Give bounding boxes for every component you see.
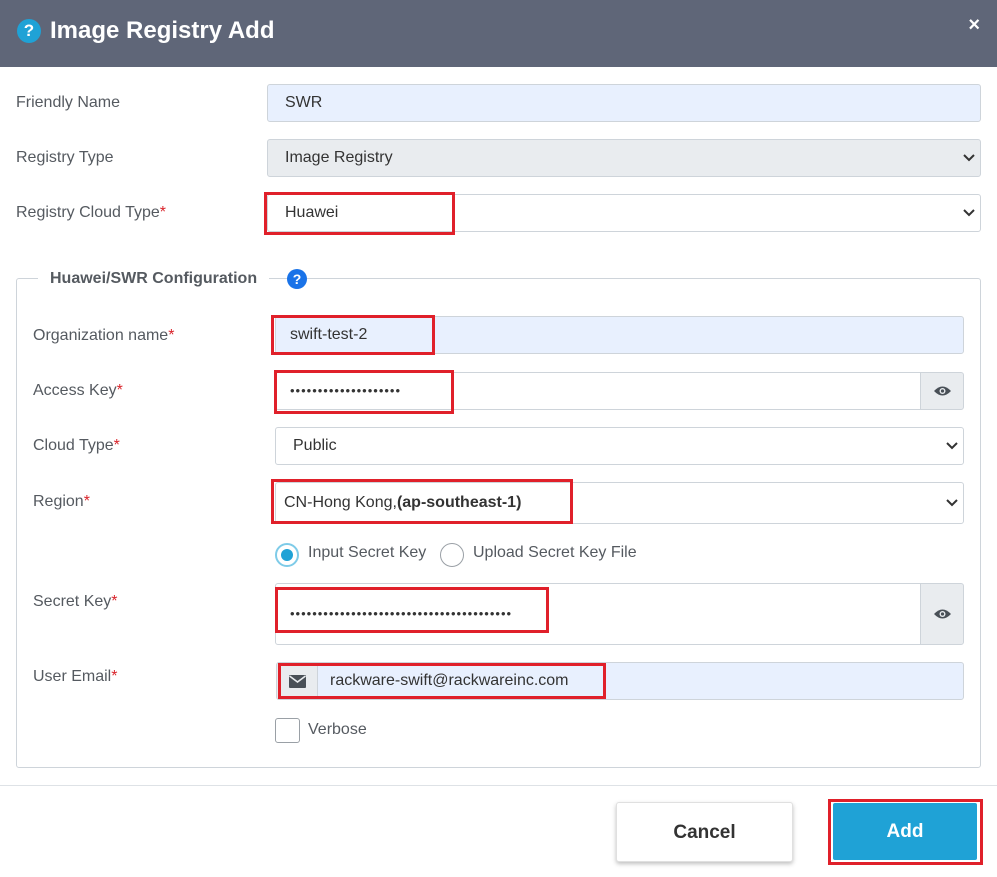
- upload-secret-key-radio[interactable]: [440, 543, 464, 567]
- registry-type-label: Registry Type: [16, 149, 114, 166]
- input-secret-key-label[interactable]: Input Secret Key: [308, 543, 426, 563]
- show-access-key-button[interactable]: [920, 372, 964, 410]
- access-key-input[interactable]: ••••••••••••••••••••: [275, 372, 921, 410]
- upload-secret-key-label[interactable]: Upload Secret Key File: [473, 543, 637, 563]
- region-value: CN-Hong Kong,: [284, 494, 397, 511]
- add-button[interactable]: Add: [833, 803, 977, 860]
- cloud-type-select[interactable]: Public: [275, 427, 964, 465]
- organization-name-input[interactable]: swift-test-2: [275, 316, 964, 354]
- dialog-header: ? Image Registry Add ×: [0, 0, 997, 67]
- verbose-checkbox[interactable]: [275, 718, 300, 743]
- user-email-label: User Email*: [33, 668, 118, 685]
- eye-icon: [934, 609, 951, 619]
- access-key-label: Access Key*: [33, 382, 123, 399]
- user-email-input[interactable]: rackware-swift@rackwareinc.com: [317, 662, 964, 700]
- organization-name-label: Organization name*: [33, 327, 175, 344]
- verbose-label[interactable]: Verbose: [308, 720, 367, 740]
- footer-divider: [0, 785, 997, 786]
- chevron-down-icon: [963, 154, 975, 162]
- region-code: (ap-southeast-1): [396, 494, 522, 511]
- cloud-type-value: Public: [293, 437, 337, 454]
- chevron-down-icon: [946, 499, 958, 507]
- dialog-title: Image Registry Add: [50, 17, 275, 44]
- cancel-button[interactable]: Cancel: [616, 802, 793, 862]
- secret-key-input[interactable]: ••••••••••••••••••••••••••••••••••••••••: [275, 583, 921, 645]
- cloud-type-label: Cloud Type*: [33, 437, 120, 454]
- registry-type-select[interactable]: Image Registry: [267, 139, 981, 177]
- fieldset-legend: Huawei/SWR Configuration: [38, 268, 270, 290]
- registry-type-value: Image Registry: [285, 149, 393, 166]
- eye-icon: [934, 386, 951, 396]
- region-select[interactable]: CN-Hong Kong,(ap-southeast-1): [275, 482, 964, 524]
- friendly-name-input[interactable]: SWR: [267, 84, 981, 122]
- email-addon: [276, 662, 318, 700]
- friendly-name-label: Friendly Name: [16, 94, 121, 111]
- chevron-down-icon: [963, 209, 975, 217]
- region-label: Region*: [33, 493, 90, 510]
- registry-cloud-type-select[interactable]: Huawei: [267, 194, 981, 232]
- registry-cloud-type-label: Registry Cloud Type*: [16, 204, 167, 221]
- registry-cloud-type-value: Huawei: [285, 204, 339, 221]
- envelope-icon: [289, 675, 306, 688]
- input-secret-key-radio[interactable]: [275, 543, 299, 567]
- help-icon[interactable]: ?: [17, 19, 41, 43]
- close-icon[interactable]: ×: [968, 14, 980, 36]
- show-secret-key-button[interactable]: [920, 583, 964, 645]
- secret-key-label: Secret Key*: [33, 593, 118, 610]
- chevron-down-icon: [946, 442, 958, 450]
- help-icon[interactable]: ?: [287, 269, 307, 289]
